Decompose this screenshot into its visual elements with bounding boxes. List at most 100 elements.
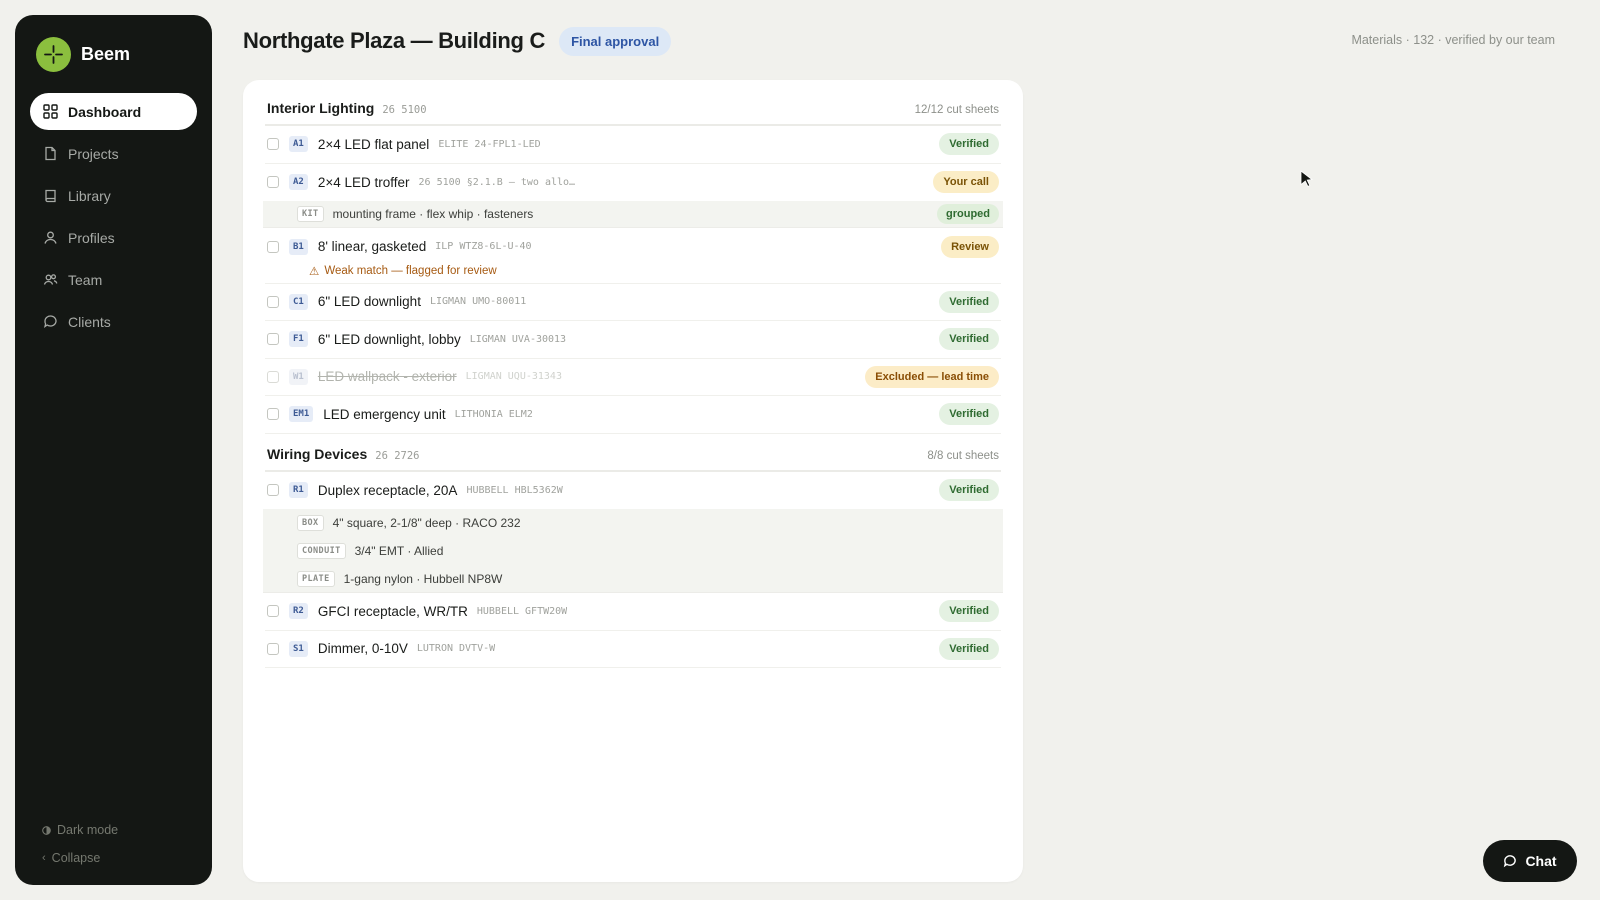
item-code: LITHONIA ELM2: [454, 408, 533, 420]
status-badge: Verified: [939, 290, 999, 313]
item-name: 2×4 LED flat panel: [317, 136, 430, 152]
sub-item-row: CONDUIT 3/4" EMT · Allied: [263, 537, 1003, 565]
table-row[interactable]: A1 2×4 LED flat panel ELITE 24-FPL1-LED …: [265, 126, 1001, 164]
status-badge: Excluded — lead time: [865, 365, 999, 388]
table-row[interactable]: W1 LED wallpack - exterior LIGMAN UQU-31…: [265, 359, 1001, 396]
status-badge[interactable]: Review: [941, 235, 999, 258]
warning-text: Weak match — flagged for review: [324, 265, 497, 277]
section-count: 8/8 cut sheets: [927, 449, 999, 462]
item-name: Duplex receptacle, 20A: [317, 482, 458, 498]
sidebar-item-team[interactable]: Team: [30, 261, 197, 298]
dark-mode-label: Dark mode: [57, 823, 119, 837]
sidebar: Beem Dashboard Projects Library Profiles…: [15, 15, 212, 885]
grid-icon: [43, 104, 58, 119]
row-checkbox[interactable]: [267, 605, 279, 618]
table-row[interactable]: F1 6" LED downlight, lobby LIGMAN UVA-30…: [265, 321, 1001, 359]
materials-meta: Materials · 132 · verified by our team: [1351, 33, 1555, 47]
section-header: Wiring Devices 26 2726 8/8 cut sheets: [265, 446, 1001, 472]
section-code: 26 2726: [375, 449, 420, 462]
sidebar-item-dashboard[interactable]: Dashboard: [30, 93, 197, 130]
row-checkbox[interactable]: [267, 484, 279, 497]
sidebar-item-label: Clients: [68, 313, 111, 330]
item-tag: A2: [289, 174, 308, 191]
status-badge: Verified: [939, 133, 999, 156]
item-tag: S1: [289, 640, 308, 657]
chat-bubble-icon: [1504, 855, 1517, 868]
kit-row: KIT mounting frame · flex whip · fastene…: [263, 201, 1003, 228]
sub-item-text: 3/4" EMT · Allied: [354, 544, 444, 558]
sidebar-item-clients[interactable]: Clients: [30, 303, 197, 340]
item-name: 6" LED downlight, lobby: [317, 331, 461, 347]
status-badge: Verified: [939, 403, 999, 426]
item-tag: A1: [289, 136, 308, 153]
users-icon: [43, 274, 58, 285]
warning-note: ⚠ Weak match — flagged for review: [265, 260, 1001, 284]
mouse-cursor-icon: [1300, 170, 1314, 187]
item-name: 2×4 LED troffer: [317, 174, 410, 190]
brand-logo-icon: [36, 36, 71, 72]
item-name: Dimmer, 0-10V: [317, 641, 408, 657]
sub-item-tag: PLATE: [297, 570, 335, 587]
row-checkbox[interactable]: [267, 408, 279, 421]
materials-card: Interior Lighting 26 5100 12/12 cut shee…: [243, 80, 1023, 882]
table-row[interactable]: C1 6" LED downlight LIGMAN UMO-80011 Ver…: [265, 284, 1001, 321]
table-row[interactable]: EM1 LED emergency unit LITHONIA ELM2 Ver…: [265, 396, 1001, 434]
table-row[interactable]: R2 GFCI receptacle, WR/TR HUBBELL GFTW20…: [265, 593, 1001, 631]
sidebar-item-library[interactable]: Library: [30, 177, 197, 214]
section-title: Wiring Devices: [267, 445, 368, 462]
sidebar-item-label: Team: [68, 271, 103, 288]
item-code: LIGMAN UQU-31343: [465, 371, 562, 383]
table-row[interactable]: A2 2×4 LED troffer 26 5100 §2.1.B — two …: [265, 164, 1001, 202]
row-checkbox[interactable]: [267, 333, 279, 346]
table-row[interactable]: S1 Dimmer, 0-10V LUTRON DVTV-W Verified: [265, 631, 1001, 668]
sub-item-row: PLATE 1-gang nylon · Hubbell NP8W: [263, 565, 1003, 593]
row-checkbox[interactable]: [267, 240, 279, 253]
row-checkbox[interactable]: [267, 176, 279, 189]
sidebar-item-projects[interactable]: Projects: [30, 135, 197, 172]
item-code: LIGMAN UMO-80011: [429, 296, 527, 308]
file-icon: [45, 146, 56, 161]
row-checkbox[interactable]: [267, 138, 279, 151]
item-code: 26 5100 §2.1.B — two allo…: [418, 176, 576, 188]
row-checkbox[interactable]: [267, 370, 279, 383]
collapse-label: Collapse: [51, 851, 101, 865]
item-code: HUBBELL HBL5362W: [466, 484, 563, 496]
kit-text: mounting frame · flex whip · fasteners: [332, 207, 534, 221]
section-title: Interior Lighting: [267, 100, 375, 116]
item-tag: W1: [289, 368, 308, 385]
status-badge[interactable]: Your call: [933, 171, 999, 194]
item-name: LED wallpack - exterior: [317, 369, 457, 385]
item-code: LUTRON DVTV-W: [416, 643, 496, 655]
sidebar-item-label: Dashboard: [68, 103, 142, 120]
row-checkbox[interactable]: [267, 642, 279, 655]
chat-button[interactable]: Chat: [1483, 840, 1577, 882]
brand[interactable]: Beem: [30, 35, 197, 72]
sidebar-footer: Dark mode ‹ Collapse: [42, 823, 118, 865]
item-name: LED emergency unit: [323, 406, 446, 422]
row-checkbox[interactable]: [267, 295, 279, 308]
user-icon: [44, 231, 57, 244]
sub-item-text: 1-gang nylon · Hubbell NP8W: [343, 571, 503, 586]
sub-item-tag: CONDUIT: [297, 543, 346, 559]
section-code: 26 5100: [382, 104, 427, 116]
item-code: HUBBELL GFTW20W: [476, 605, 568, 617]
half-circle-icon: [42, 825, 51, 835]
collapse-button[interactable]: ‹ Collapse: [42, 851, 118, 865]
item-code: ELITE 24-FPL1-LED: [438, 138, 541, 150]
item-tag: C1: [289, 293, 308, 310]
brand-name: Beem: [81, 43, 131, 64]
sidebar-item-label: Library: [68, 187, 111, 204]
dark-mode-toggle[interactable]: Dark mode: [42, 823, 118, 837]
table-row[interactable]: R1 Duplex receptacle, 20A HUBBELL HBL536…: [265, 472, 1001, 510]
chevron-left-icon: ‹: [42, 852, 46, 864]
sidebar-item-profiles[interactable]: Profiles: [30, 219, 197, 256]
sidebar-item-label: Profiles: [68, 229, 115, 246]
kit-tag: KIT: [297, 206, 324, 222]
chat-bubble-icon: [43, 315, 57, 328]
page-title: Northgate Plaza — Building C: [243, 28, 546, 53]
grouped-badge: grouped: [937, 204, 999, 224]
sub-item-tag: BOX: [297, 515, 324, 531]
item-tag: R2: [289, 603, 308, 620]
status-badge: Verified: [939, 637, 999, 660]
sub-item-row: BOX 4" square, 2-1/8" deep · RACO 232: [263, 509, 1003, 537]
